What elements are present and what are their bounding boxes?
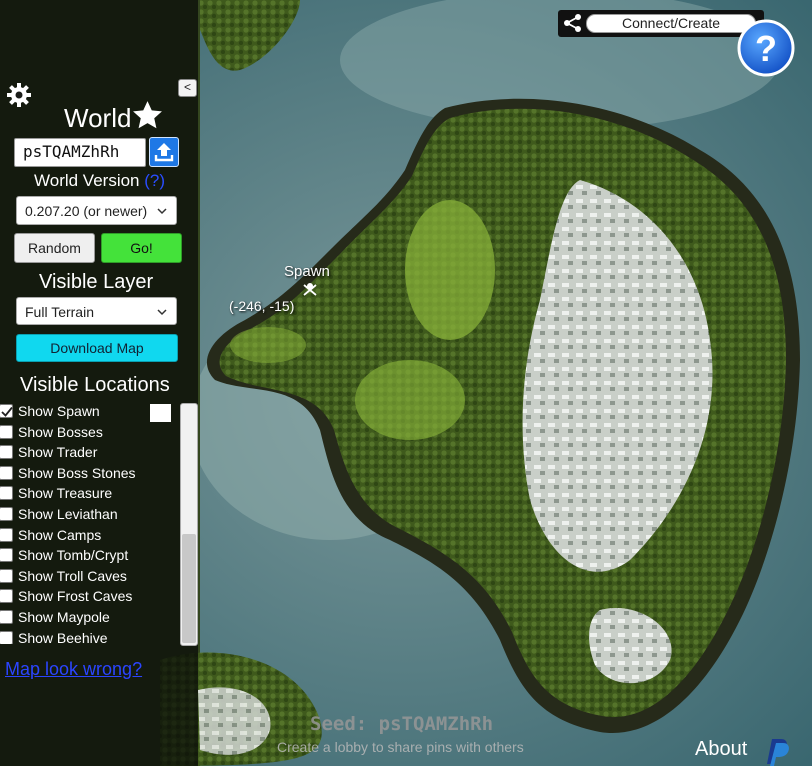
location-item[interactable]: Show Camps xyxy=(0,526,178,547)
location-label: Show Beehive xyxy=(18,629,108,644)
connect-bar: Connect/Create xyxy=(558,10,764,37)
visible-layer-value: Full Terrain xyxy=(25,304,94,320)
location-checkbox[interactable] xyxy=(0,486,13,501)
locations-scrollbar[interactable] xyxy=(180,403,198,646)
visible-layer-label: Visible Layer xyxy=(39,271,154,293)
random-seed-button[interactable]: Random xyxy=(14,233,95,263)
location-checkbox[interactable] xyxy=(0,568,13,583)
location-label: Show Trader xyxy=(18,444,98,461)
world-version-help-link[interactable]: (?) xyxy=(144,171,165,190)
location-label: Show Maypole xyxy=(18,608,110,625)
world-version-value: 0.207.20 (or newer) xyxy=(25,203,148,219)
paypal-icon[interactable] xyxy=(764,737,790,766)
location-label: Show Camps xyxy=(18,526,102,543)
location-label: Show Boss Stones xyxy=(18,464,136,481)
location-checkbox[interactable] xyxy=(0,445,13,460)
location-label: Show Spawn xyxy=(18,403,100,419)
gear-icon[interactable] xyxy=(6,82,32,108)
location-checkbox[interactable] xyxy=(0,527,13,542)
location-item[interactable]: Show Beehive xyxy=(0,629,178,644)
location-checkbox[interactable] xyxy=(0,630,13,644)
location-item[interactable]: Show Boss Stones xyxy=(0,464,178,485)
location-checkbox[interactable] xyxy=(0,424,13,439)
world-title: World xyxy=(64,103,132,133)
lobby-hint-text: Create a lobby to share pins with others xyxy=(277,739,524,755)
location-label: Show Leviathan xyxy=(18,505,118,522)
world-version-label: World Version (?) xyxy=(34,171,165,191)
scrollbar-thumb[interactable] xyxy=(182,534,196,643)
location-label: Show Troll Caves xyxy=(18,567,127,584)
seed-overlay-text: Seed: psTQAMZhRh xyxy=(310,713,494,735)
help-icon[interactable]: ? xyxy=(736,18,796,78)
location-item[interactable]: Show Frost Caves xyxy=(0,587,178,608)
go-button[interactable]: Go! xyxy=(101,233,182,263)
spawn-marker-icon[interactable] xyxy=(302,281,318,297)
location-checkbox[interactable] xyxy=(0,506,13,521)
location-checkbox[interactable] xyxy=(0,465,13,480)
visible-layer-select[interactable]: Full Terrain xyxy=(16,297,177,325)
location-label: Show Tomb/Crypt xyxy=(18,547,129,564)
share-icon[interactable] xyxy=(562,12,584,34)
location-label: Show Treasure xyxy=(18,485,113,502)
location-checkbox[interactable] xyxy=(0,589,13,604)
location-item[interactable]: Show Treasure xyxy=(0,484,178,505)
location-item[interactable]: Show Trader xyxy=(0,443,178,464)
checkmark-icon xyxy=(1,406,13,417)
chevron-down-icon xyxy=(157,208,167,215)
spawn-coordinates: (-246, -15) xyxy=(229,298,295,314)
svg-text:?: ? xyxy=(755,28,777,69)
location-item[interactable]: Show Leviathan xyxy=(0,505,178,526)
map-look-wrong-link[interactable]: Map look wrong? xyxy=(5,659,142,680)
star-icon[interactable] xyxy=(131,99,164,132)
location-item[interactable]: Show Troll Caves xyxy=(0,567,178,588)
location-item[interactable]: Show Bosses xyxy=(0,423,178,444)
location-item[interactable]: Show Maypole xyxy=(0,608,178,629)
locations-list: Show Spawn Show Bosses Show Trader Show Bos… xyxy=(0,402,178,644)
chevron-down-icon xyxy=(157,309,167,316)
seed-input[interactable]: psTQAMZhRh xyxy=(14,138,146,167)
spawn-marker-label: Spawn xyxy=(284,263,330,280)
download-map-button[interactable]: Download Map xyxy=(16,334,178,362)
location-checkbox[interactable] xyxy=(0,548,13,563)
location-checkbox[interactable] xyxy=(0,609,13,624)
location-label: Show Frost Caves xyxy=(18,588,133,605)
collapse-panel-button[interactable]: < xyxy=(178,79,197,97)
control-panel: < World psTQAMZhRh World Version (?) 0.2… xyxy=(0,0,198,766)
location-item[interactable]: Show Tomb/Crypt xyxy=(0,546,178,567)
spawn-color-swatch[interactable] xyxy=(150,404,171,422)
location-label: Show Bosses xyxy=(18,423,103,440)
connect-create-button[interactable]: Connect/Create xyxy=(586,14,756,33)
location-checkbox[interactable] xyxy=(0,404,13,418)
about-link[interactable]: About xyxy=(695,738,747,761)
upload-icon xyxy=(154,143,174,162)
world-version-select[interactable]: 0.207.20 (or newer) xyxy=(16,196,177,225)
world-version-text: World Version xyxy=(34,171,140,190)
visible-locations-label: Visible Locations xyxy=(20,374,170,396)
upload-seed-button[interactable] xyxy=(149,137,179,167)
